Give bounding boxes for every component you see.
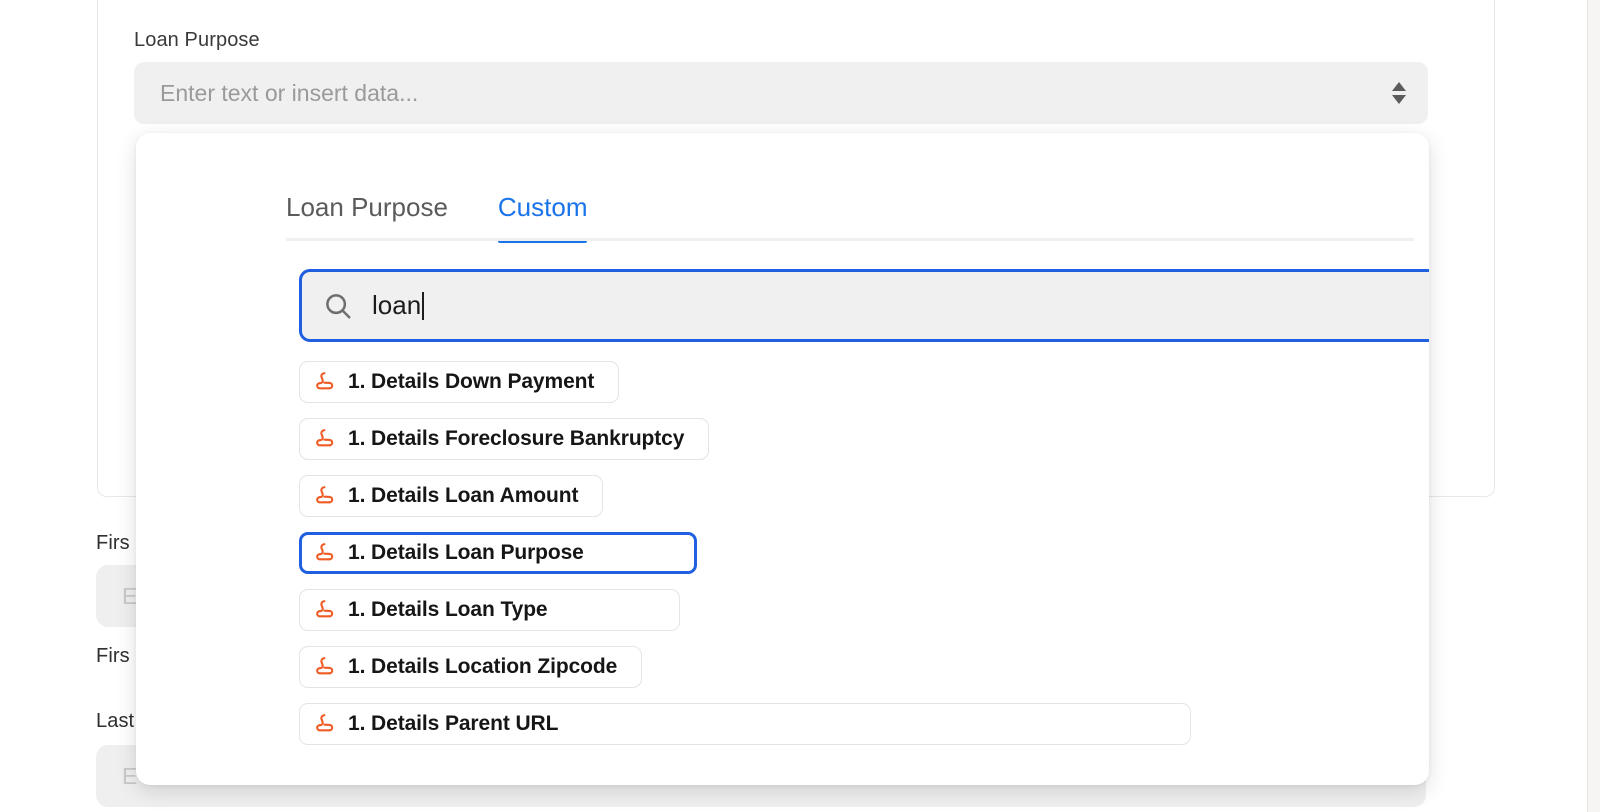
first-secondary-label: Firs	[96, 645, 130, 667]
merge-field-icon	[312, 540, 338, 566]
right-gutter	[1588, 0, 1600, 812]
tab-loan-purpose[interactable]: Loan Purpose	[286, 192, 448, 241]
result-chip[interactable]: 1. Details Loan Amount	[299, 475, 604, 517]
loan-purpose-placeholder: Enter text or insert data...	[160, 79, 419, 106]
result-chip[interactable]: 1. Details Foreclosure Bankruptcy	[299, 418, 710, 460]
merge-field-icon	[312, 711, 338, 737]
up-down-chevron-icon[interactable]	[1392, 82, 1406, 104]
result-chip[interactable]: 1. Details Loan Type 30 Yr Fixed	[299, 589, 680, 631]
search-icon	[322, 290, 354, 322]
loan-purpose-field-label: Loan Purpose	[134, 29, 260, 51]
last-name-label: Last	[96, 710, 135, 732]
tab-custom[interactable]: Custom	[497, 192, 587, 243]
first-name-placeholder: E	[122, 583, 138, 609]
tabs-divider	[286, 238, 1414, 241]
panel-tabs: Loan Purpose Custom	[286, 171, 1429, 243]
insert-data-dropdown-panel: Loan Purpose Custom loan 1. Details Down…	[136, 133, 1429, 785]
loan-purpose-input[interactable]: Enter text or insert data...	[134, 62, 1428, 124]
text-caret	[422, 292, 425, 320]
merge-field-icon	[312, 654, 338, 680]
result-chip[interactable]: 1. Details Down Payment	[299, 361, 620, 403]
merge-field-icon	[312, 483, 338, 509]
merge-field-icon	[312, 426, 338, 452]
search-field[interactable]: loan	[299, 269, 1429, 342]
result-chip[interactable]: 1. Details Parent URL https://bankingbri…	[299, 703, 1192, 745]
result-chip[interactable]: 1. Details Location Zipcode	[299, 646, 643, 688]
last-name-placeholder: E	[122, 763, 138, 789]
search-input-value: loan	[372, 290, 422, 320]
merge-field-icon	[312, 597, 338, 623]
result-chip-selected[interactable]: 1. Details Loan Purpose Purchase	[299, 532, 698, 574]
search-results-list: 1. Details Down Payment 1. Details Forec…	[299, 361, 1419, 760]
search-input-text[interactable]: loan	[372, 290, 425, 321]
right-rail-divider	[1587, 0, 1588, 812]
screen: Loan Purpose Enter text or insert data..…	[0, 0, 1600, 812]
merge-field-icon	[312, 369, 338, 395]
first-name-label: Firs	[96, 532, 130, 554]
